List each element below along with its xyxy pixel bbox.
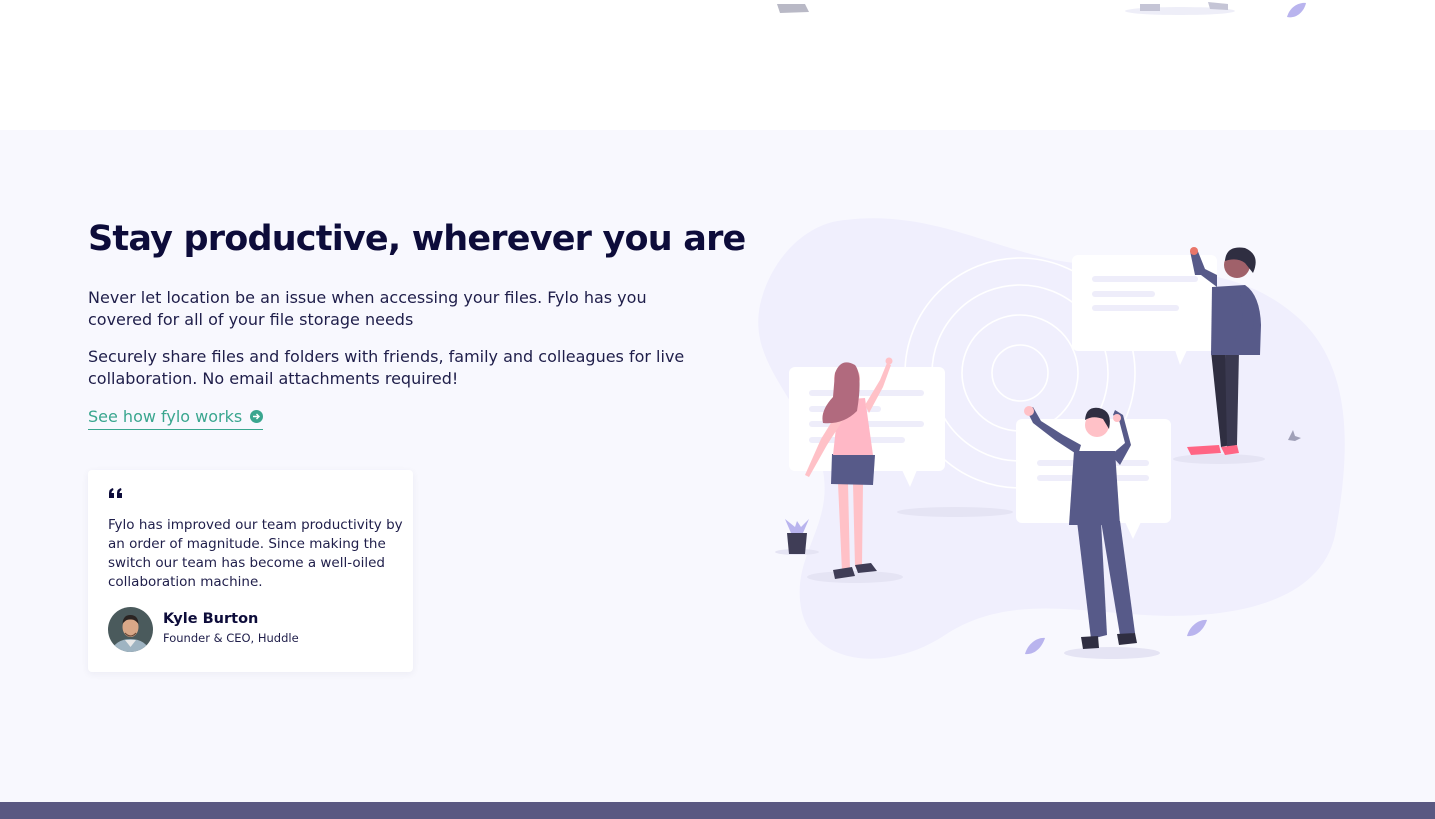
author-role: Founder & CEO, Huddle xyxy=(163,631,299,645)
quote-icon xyxy=(109,488,122,498)
arrow-circle-right-icon xyxy=(250,410,264,423)
section-title: Stay productive, wherever you are xyxy=(88,219,746,259)
see-how-link-label: See how fylo works xyxy=(88,407,243,426)
section-curve-divider xyxy=(0,136,1435,168)
top-illustration-fragment xyxy=(777,2,1306,18)
testimonial-text: Fylo has improved our team productivity … xyxy=(108,517,403,590)
testimonial-card: Fylo has improved our team productivity … xyxy=(88,470,413,672)
avatar xyxy=(108,607,153,652)
footer-band xyxy=(0,802,1435,819)
see-how-link[interactable]: See how fylo works xyxy=(88,404,264,430)
feature-paragraph-1: Never let location be an issue when acce… xyxy=(88,288,647,329)
feature-paragraph-2: Securely share files and folders with fr… xyxy=(88,347,685,388)
author-name: Kyle Burton xyxy=(163,611,259,627)
collaboration-illustration xyxy=(758,218,1345,659)
